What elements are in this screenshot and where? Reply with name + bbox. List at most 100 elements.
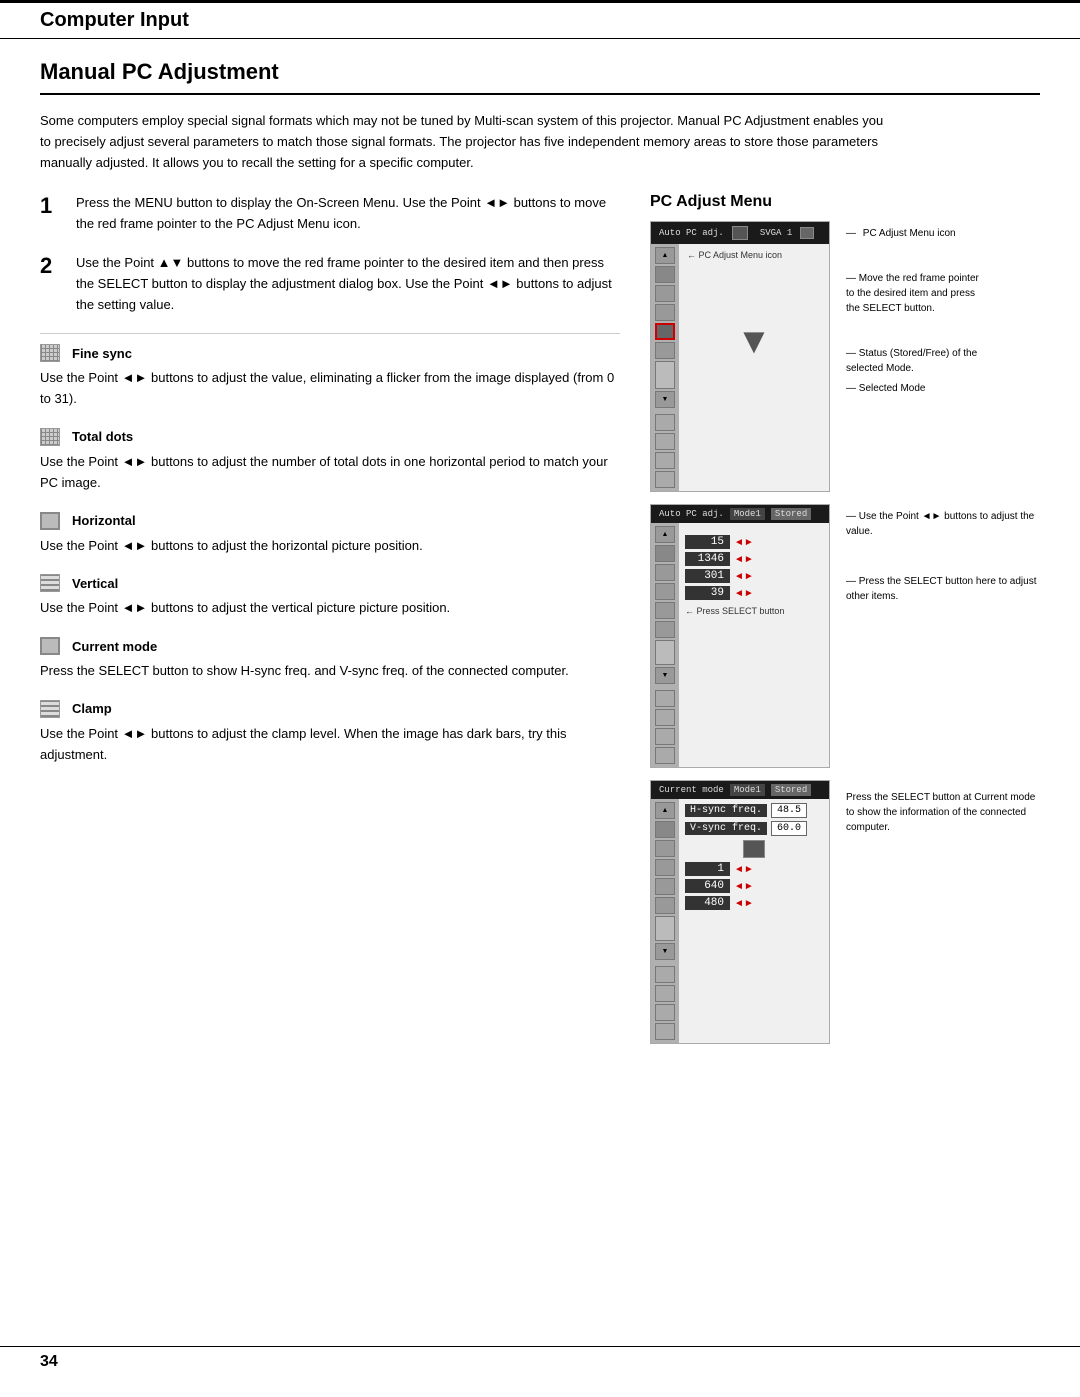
sb-icon-3 [655,304,675,321]
intro-paragraph: Some computers employ special signal for… [40,111,890,173]
fine-sync-desc: Use the Point ◄► buttons to adjust the v… [40,368,620,410]
pc-main-2: 15 ◄► 1346 ◄► 301 ◄► [679,523,829,767]
annot-status: — Status (Stored/Free) of theselected Mo… [846,346,1040,376]
item-clamp: Clamp Use the Point ◄► buttons to adjust… [40,700,620,766]
sb-icon-lines [655,285,675,302]
value-39: 39 [685,586,730,600]
sb-icon-5 [655,342,675,359]
pc-body-3: ▲ ▼ [651,799,829,1043]
annot-pc-menu-icon: PC Adjust Menu icon [846,226,1040,241]
current-mode-header: Current mode [40,637,620,655]
diagram-3: Current mode Mode1 Stored ▲ [650,780,830,1050]
item-vertical: Vertical Use the Point ◄► buttons to adj… [40,574,620,619]
sb2-4 [655,602,675,619]
sb-icon-up: ▲ [655,247,675,264]
item-total-dots: Total dots Use the Point ◄► buttons to a… [40,428,620,494]
clamp-icon [40,700,60,718]
sb3-2 [655,840,675,857]
arrow-right-1: ◄► [734,537,754,548]
h-sync-val: 48.5 [771,803,807,818]
clamp-label: Clamp [72,701,112,716]
svga-label: SVGA 1 [760,228,792,238]
page-title: Manual PC Adjustment [40,59,1040,95]
annot-selected-mode: — Selected Mode [846,381,1040,396]
val-640: 640 [685,879,730,893]
h-sync-label: H-sync freq. [685,804,767,817]
diagram-1: Auto PC adj. SVGA 1 ▲ [650,221,830,498]
v-sync-val: 60.0 [771,821,807,836]
second-diagram-box: Auto PC adj. Mode1 Stored ▲ [650,504,830,768]
auto-pc-label-2: Auto PC adj. [659,509,724,519]
clamp-header: Clamp [40,700,620,718]
sb2-9 [655,709,675,726]
mode-chip: Mode1 [730,508,765,520]
vr3-1: 1 ◄► [685,862,823,876]
arr3-1: ◄► [734,864,754,875]
pc-adjust-title: PC Adjust Menu [650,193,1040,211]
diagram-2-annotations: — Use the Point ◄► buttons to adjust the… [838,504,1040,774]
pc-top-bar-1: Auto PC adj. SVGA 1 [651,222,829,244]
big-arrow-down: ▼ [687,320,821,362]
value-1346: 1346 [685,552,730,566]
horizontal-icon [40,512,60,530]
sb2-8 [655,690,675,707]
vr3-3: 480 ◄► [685,896,823,910]
diagram-1-container: Auto PC adj. SVGA 1 ▲ [650,221,1040,498]
sb2-11 [655,747,675,764]
sb3-9 [655,985,675,1002]
menu-icon-label: ← PC Adjust Menu icon [687,250,821,260]
total-dots-header: Total dots [40,428,620,446]
sb2-3 [655,583,675,600]
main-content: Manual PC Adjustment Some computers empl… [0,39,1080,1110]
vertical-icon [40,574,60,592]
diagram-2: Auto PC adj. Mode1 Stored ▲ [650,504,830,774]
vertical-desc: Use the Point ◄► buttons to adjust the v… [40,598,620,619]
pc-diagram-box-1: Auto PC adj. SVGA 1 ▲ [650,221,830,492]
sb-icon-11 [655,471,675,488]
current-mode-desc: Press the SELECT button to show H-sync f… [40,661,620,682]
sb2-5 [655,621,675,638]
sb-icon-7: ▼ [655,391,675,408]
horizontal-header: Horizontal [40,512,620,530]
camera-icon-row [685,840,823,858]
two-column-layout: 1 Press the MENU button to display the O… [40,193,1040,1050]
arrow-right-3: ◄► [734,571,754,582]
arr3-2: ◄► [734,881,754,892]
mode-chip-3: Mode1 [730,784,765,796]
total-dots-desc: Use the Point ◄► buttons to adjust the n… [40,452,620,494]
horizontal-desc: Use the Point ◄► buttons to adjust the h… [40,536,620,557]
pc-main-3: H-sync freq. 48.5 V-sync freq. 60.0 [679,799,829,1043]
annot-current-mode: Press the SELECT button at Current mode … [846,790,1040,835]
item-current-mode: Current mode Press the SELECT button to … [40,637,620,682]
pc-sidebar-2: ▲ ▼ [651,523,679,767]
sb3-down: ▼ [655,943,675,960]
item-fine-sync: Fine sync Use the Point ◄► buttons to ad… [40,344,620,410]
total-dots-label: Total dots [72,429,133,444]
diagram-3-annotations: Press the SELECT button at Current mode … [838,780,1040,1050]
pc-main-1: ← PC Adjust Menu icon ▼ [679,244,829,491]
value-row-4: 39 ◄► [685,586,823,600]
sb2-10 [655,728,675,745]
item-horizontal: Horizontal Use the Point ◄► buttons to a… [40,512,620,557]
pc-sidebar-3: ▲ ▼ [651,799,679,1043]
sb-icon-9 [655,433,675,450]
value-row-2: 1346 ◄► [685,552,823,566]
sb2-down: ▼ [655,667,675,684]
sb-icon-10 [655,452,675,469]
divider-1 [40,333,620,334]
stored-chip: Stored [771,508,811,520]
arrow-right-2: ◄► [734,554,754,565]
value-rows: 15 ◄► 1346 ◄► 301 ◄► [685,535,823,600]
pc-sidebar-1: ▲ ▼ [651,244,679,491]
fine-sync-icon [40,344,60,362]
diagram-1-annotations: PC Adjust Menu icon — Move the red frame… [838,221,1040,498]
annot-move-red-frame: — Move the red frame pointerto the desir… [846,271,1040,316]
sb2-2 [655,564,675,581]
diagram-2-container: Auto PC adj. Mode1 Stored ▲ [650,504,1040,774]
sb-icon-8 [655,414,675,431]
page-number: 34 [40,1353,58,1371]
step-1-text: Press the MENU button to display the On-… [76,193,620,235]
total-dots-icon [40,428,60,446]
annot-point-buttons: — Use the Point ◄► buttons to adjust the… [846,509,1040,539]
pc-top-icon-2 [800,227,814,239]
